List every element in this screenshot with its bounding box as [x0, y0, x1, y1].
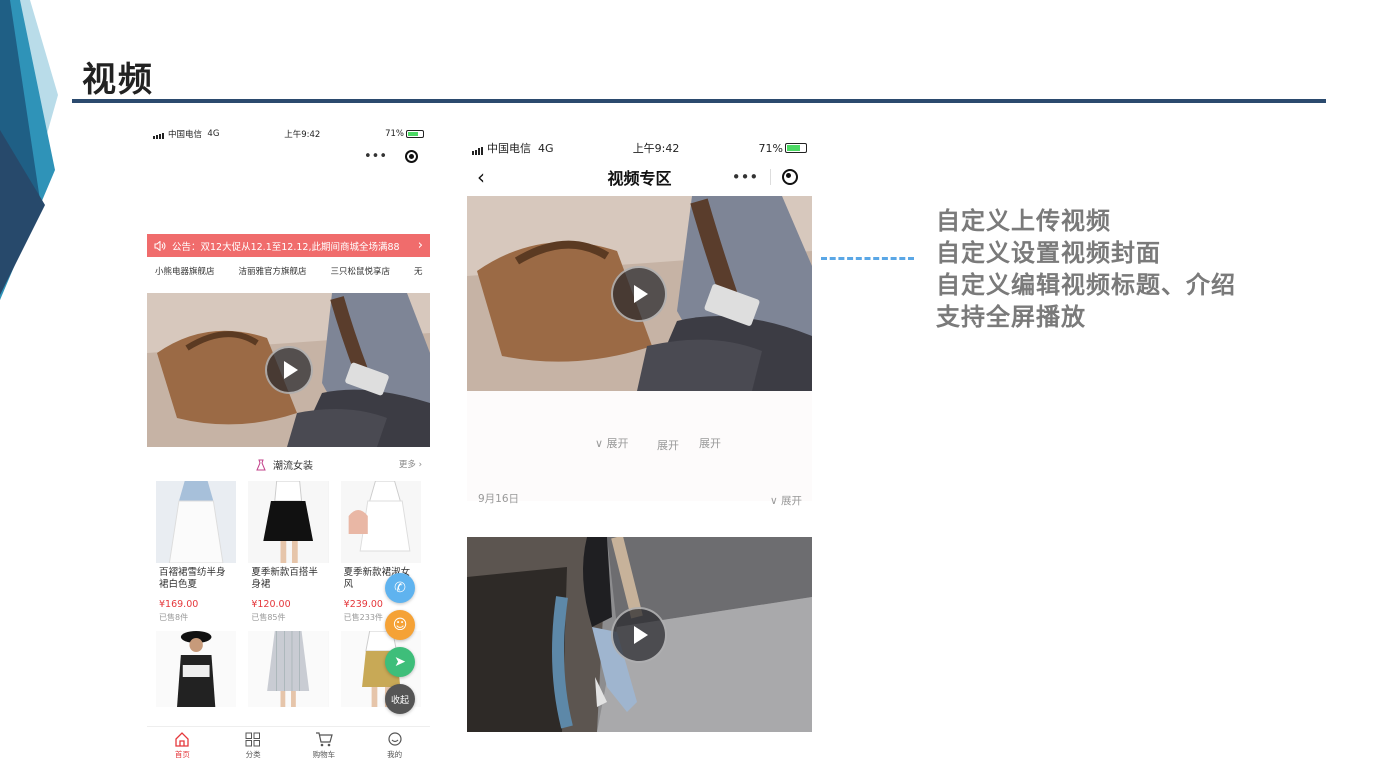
expand-link[interactable]: 展开 — [657, 437, 679, 453]
capsule-divider — [769, 169, 771, 185]
close-miniprogram-icon[interactable] — [782, 169, 799, 185]
play-button[interactable] — [611, 607, 667, 663]
product-price: ¥120.00 — [251, 599, 291, 610]
grid-icon — [245, 732, 261, 746]
video-player[interactable] — [467, 537, 812, 732]
customer-service-button[interactable]: ☺ — [385, 610, 415, 640]
announcement-text: 公告：双12大促从12.1至12.12,此期间商城全场满88 — [172, 241, 400, 253]
product-image[interactable] — [248, 631, 329, 707]
category-more-link[interactable]: 更多 › — [399, 458, 422, 470]
product-grid: 百褶裙雪纺半身裙白色夏 ¥169.00 已售8件 夏季新款百搭半身裙 ¥120.… — [147, 481, 430, 623]
cart-icon — [315, 731, 333, 746]
title-rule — [72, 99, 1326, 103]
category-title: 潮流女装 — [273, 461, 313, 472]
close-miniprogram-icon[interactable] — [405, 149, 418, 163]
product-price: ¥169.00 — [159, 599, 199, 610]
product-card[interactable]: 百褶裙雪纺半身裙白色夏 ¥169.00 已售8件 — [153, 481, 239, 623]
feature-item: 自定义上传视频 — [936, 207, 1111, 235]
mini-program-capsule: ••• — [147, 144, 430, 168]
navigation-bar: ‹ 视频专区 ••• — [467, 158, 812, 196]
phone-video-screen: 中国电信 4G 上午9:42 71% ‹ 视频专区 ••• ∨ 展开 展开 展开… — [467, 138, 812, 758]
signal-icon — [153, 129, 165, 139]
carrier: 中国电信 — [487, 142, 531, 155]
share-button[interactable]: ➤ — [385, 647, 415, 677]
collapse-button[interactable]: 收起 — [385, 684, 415, 714]
more-menu-button[interactable]: ••• — [364, 149, 387, 164]
tab-label: 首页 — [174, 749, 190, 759]
status-time: 上午9:42 — [284, 130, 321, 140]
tab-label: 购物车 — [312, 749, 336, 759]
expand-link[interactable]: 展开 — [699, 435, 721, 451]
connector-dashed-line — [821, 257, 914, 260]
tab-home[interactable]: 首页 — [147, 727, 218, 764]
status-bar: 中国电信 4G 上午9:42 71% — [147, 124, 430, 144]
mini-program-capsule: ••• — [726, 164, 804, 190]
dress-icon — [256, 459, 266, 470]
video-player[interactable] — [147, 293, 430, 447]
status-time: 上午9:42 — [632, 142, 680, 155]
tab-label: 分类 — [245, 749, 261, 759]
network: 4G — [207, 129, 220, 139]
battery-icon — [785, 143, 807, 153]
banner-placeholder — [147, 168, 430, 234]
expand-link[interactable]: ∨ 展开 — [770, 493, 802, 508]
product-name: 夏季新款百搭半身裙 — [251, 567, 318, 590]
video-date: 9月16日 — [478, 493, 520, 505]
play-button[interactable] — [265, 346, 313, 394]
battery-percent: 71% — [758, 141, 783, 155]
feature-item: 支持全屏播放 — [936, 303, 1086, 331]
phone-home-screen: 中国电信 4G 上午9:42 71% ••• 公告：双12大促从12.1至12.… — [147, 124, 430, 764]
expand-link[interactable]: ∨ 展开 — [595, 435, 629, 451]
announcement-bar[interactable]: 公告：双12大促从12.1至12.12,此期间商城全场满88 › — [147, 234, 430, 257]
phone-call-button[interactable]: ✆ — [385, 573, 415, 603]
status-bar: 中国电信 4G 上午9:42 71% — [467, 138, 812, 158]
product-image[interactable] — [156, 631, 237, 707]
video-date-row: 9月16日 ∨ 展开 — [467, 493, 812, 531]
product-card[interactable]: 夏季新款百搭半身裙 ¥120.00 已售85件 — [245, 481, 331, 623]
shop-link[interactable]: 无 — [414, 265, 423, 277]
product-image — [248, 481, 329, 563]
product-image — [340, 481, 421, 563]
tab-category[interactable]: 分类 — [218, 727, 289, 764]
network: 4G — [538, 141, 554, 155]
video-description: ∨ 展开 展开 展开 — [467, 391, 812, 501]
tab-profile[interactable]: 我的 — [359, 727, 430, 764]
carrier: 中国电信 — [168, 130, 203, 140]
product-sold-count: 已售8件 — [159, 613, 189, 622]
product-sold-count: 已售85件 — [251, 613, 286, 622]
speaker-icon — [154, 240, 166, 251]
feature-item: 自定义设置视频封面 — [936, 239, 1161, 267]
user-icon — [388, 731, 402, 746]
signal-icon — [472, 142, 484, 155]
bottom-tab-bar: 首页 分类 购物车 我的 — [147, 726, 430, 764]
shop-link[interactable]: 洁丽雅官方旗舰店 — [239, 265, 307, 277]
back-icon[interactable]: ‹ — [477, 167, 485, 187]
battery-percent: 71% — [385, 129, 404, 139]
product-card[interactable]: 夏季新款裙淑女风 ¥239.00 已售233件 — [338, 481, 424, 623]
feature-item: 自定义编辑视频标题、介绍 — [936, 271, 1236, 299]
category-header: 潮流女装 更多 › — [147, 447, 430, 481]
video-player[interactable] — [467, 196, 812, 391]
more-menu-button[interactable]: ••• — [732, 168, 759, 186]
play-button[interactable] — [611, 266, 667, 322]
shop-link[interactable]: 三只松鼠悦享店 — [331, 265, 391, 277]
decorative-triangles — [0, 0, 58, 300]
product-name: 百褶裙雪纺半身裙白色夏 — [159, 567, 226, 590]
shop-link[interactable]: 小熊电器旗舰店 — [155, 265, 215, 277]
announcement-arrow-icon: › — [417, 238, 423, 253]
battery-icon — [406, 130, 424, 138]
home-icon — [175, 731, 190, 747]
tab-cart[interactable]: 购物车 — [289, 727, 360, 764]
slide: 视频 中国电信 4G 上午9:42 71% ••• 公告：双12大促从12.1至… — [0, 0, 1400, 783]
tab-label: 我的 — [387, 749, 403, 759]
product-image — [156, 481, 237, 563]
slide-title: 视频 — [82, 60, 154, 100]
feature-list: 自定义上传视频 自定义设置视频封面 自定义编辑视频标题、介绍 支持全屏播放 — [936, 205, 1236, 333]
shop-scroll-bar: 小熊电器旗舰店 洁丽雅官方旗舰店 三只松鼠悦享店 无 — [147, 257, 430, 285]
